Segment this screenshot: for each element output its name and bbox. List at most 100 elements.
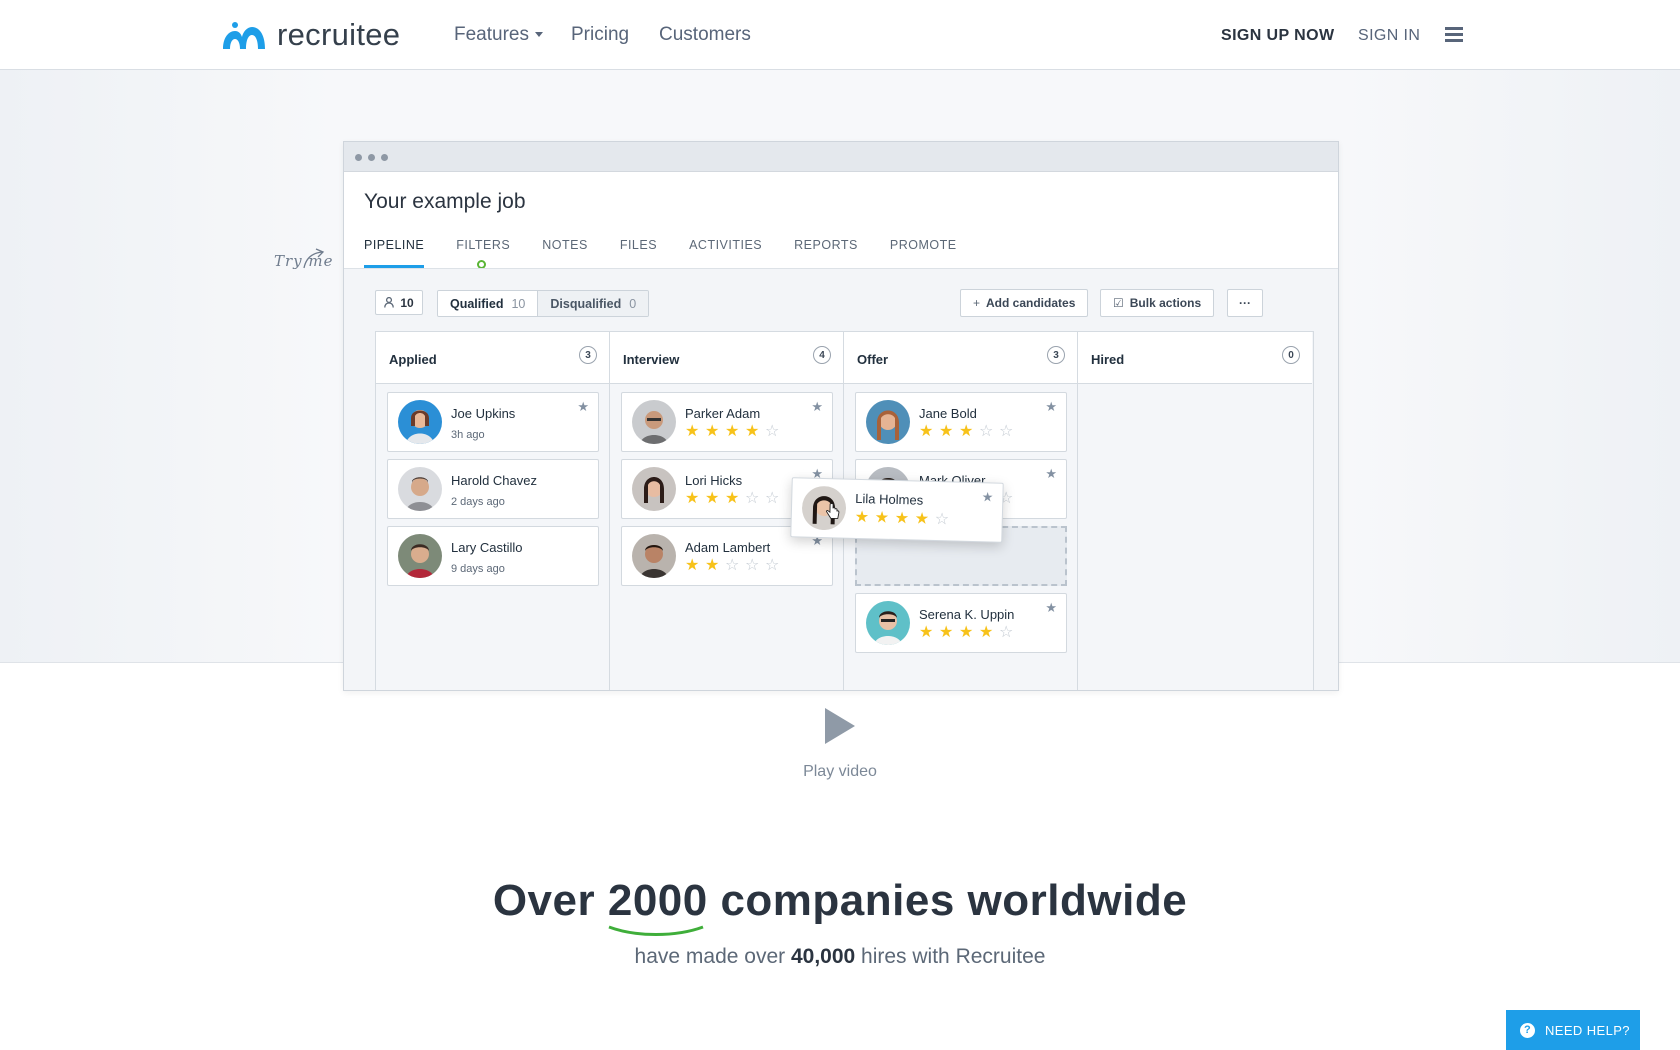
play-video-label[interactable]: Play video: [0, 763, 1680, 781]
avatar: [866, 601, 910, 645]
star-empty-icon[interactable]: ☆: [765, 424, 785, 440]
candidate-name: Lary Castillo: [451, 540, 523, 555]
rating-stars[interactable]: ★★★★☆: [685, 424, 785, 440]
star-empty-icon[interactable]: ☆: [999, 625, 1019, 641]
brand-name: recruitee: [277, 17, 401, 52]
star-empty-icon[interactable]: ☆: [935, 511, 955, 529]
stage-column-hired: Hired 0: [1078, 332, 1312, 690]
star-filled-icon[interactable]: ★: [959, 625, 979, 641]
tab-promote[interactable]: PROMOTE: [890, 238, 957, 268]
star-empty-icon[interactable]: ☆: [745, 558, 765, 574]
candidate-card[interactable]: Jane Bold ★ ★ ★ ☆ ☆ ★: [855, 392, 1067, 452]
star-icon[interactable]: ★: [1045, 600, 1057, 616]
bulk-actions-button[interactable]: ☑ Bulk actions: [1100, 289, 1215, 317]
star-empty-icon[interactable]: ☆: [979, 424, 999, 440]
try-me-hint: Try me: [274, 252, 334, 270]
tab-notes[interactable]: NOTES: [542, 238, 588, 268]
star-icon[interactable]: ★: [811, 399, 823, 415]
signin-link[interactable]: SIGN IN: [1358, 27, 1420, 45]
dragging-candidate-card[interactable]: Lila Holmes ★ ★ ★ ★ ☆ ★: [790, 477, 1004, 543]
candidate-name: Parker Adam: [685, 406, 761, 421]
window-dot: [368, 154, 375, 161]
candidate-time: 2 days ago: [451, 496, 505, 508]
star-icon[interactable]: ★: [1045, 466, 1057, 482]
stage-header: Interview 4: [610, 332, 843, 384]
stage-title: Applied: [389, 352, 437, 367]
star-filled-icon[interactable]: ★: [725, 491, 745, 507]
signup-button[interactable]: SIGN UP NOW: [1221, 27, 1334, 45]
star-filled-icon[interactable]: ★: [939, 424, 959, 440]
underline-swoosh-icon: [608, 925, 704, 936]
star-empty-icon[interactable]: ☆: [725, 558, 745, 574]
qualified-tab[interactable]: Qualified 10: [438, 291, 538, 316]
stage-header: Offer 3: [844, 332, 1077, 384]
star-filled-icon[interactable]: ★: [919, 424, 939, 440]
nav-pricing[interactable]: Pricing: [571, 24, 629, 46]
star-filled-icon[interactable]: ★: [895, 510, 915, 528]
rating-stars[interactable]: ★★★★☆: [919, 625, 1019, 641]
star-icon[interactable]: ★: [577, 399, 589, 415]
tab-reports[interactable]: REPORTS: [794, 238, 858, 268]
tab-files[interactable]: FILES: [620, 238, 657, 268]
top-navigation: recruitee Features Pricing Customers SIG…: [0, 0, 1680, 70]
avatar: [398, 467, 442, 511]
star-filled-icon[interactable]: ★: [725, 424, 745, 440]
need-help-button[interactable]: ? NEED HELP?: [1506, 1010, 1640, 1050]
headline-number-wrap: 2000: [608, 876, 708, 936]
star-filled-icon[interactable]: ★: [745, 424, 765, 440]
disqualified-tab[interactable]: Disqualified 0: [537, 291, 649, 316]
candidate-card[interactable]: Harold Chavez 2 days ago: [387, 459, 599, 519]
play-icon[interactable]: [824, 707, 856, 745]
avatar: [866, 400, 910, 444]
star-filled-icon[interactable]: ★: [685, 558, 705, 574]
star-filled-icon[interactable]: ★: [915, 510, 935, 528]
star-filled-icon[interactable]: ★: [875, 509, 895, 527]
tab-pipeline[interactable]: PIPELINE: [364, 238, 425, 268]
star-empty-icon[interactable]: ☆: [999, 424, 1019, 440]
headline: Over 2000 companies worldwide: [0, 876, 1680, 936]
star-empty-icon[interactable]: ☆: [765, 491, 785, 507]
candidate-card[interactable]: Parker Adam ★ ★ ★ ★ ☆ ★: [621, 392, 833, 452]
star-filled-icon[interactable]: ★: [855, 509, 875, 527]
star-filled-icon[interactable]: ★: [685, 424, 705, 440]
brand-logo[interactable]: recruitee: [219, 17, 400, 53]
star-icon[interactable]: ★: [1045, 399, 1057, 415]
menu-icon[interactable]: [1445, 27, 1463, 42]
candidate-count[interactable]: 10: [375, 290, 423, 315]
star-filled-icon[interactable]: ★: [939, 625, 959, 641]
rating-stars[interactable]: ★★★★☆: [855, 509, 955, 529]
stage-count-badge: 4: [813, 346, 831, 364]
question-icon: ?: [1520, 1022, 1535, 1038]
star-filled-icon[interactable]: ★: [705, 558, 725, 574]
rating-stars[interactable]: ★ ★ ☆ ☆ ☆: [685, 558, 785, 574]
rating-stars[interactable]: ★ ★ ★ ☆ ☆: [919, 424, 1019, 440]
star-filled-icon[interactable]: ★: [685, 491, 705, 507]
candidate-card[interactable]: Serena K. Uppin ★ ★ ★ ★ ☆ ★: [855, 593, 1067, 653]
add-candidates-button[interactable]: + Add candidates: [960, 289, 1089, 317]
job-title: Your example job: [364, 190, 526, 213]
subheadline-pre: have made over: [634, 945, 791, 968]
tab-filters[interactable]: FILTERS: [456, 238, 510, 269]
star-filled-icon[interactable]: ★: [959, 424, 979, 440]
star-empty-icon[interactable]: ☆: [765, 558, 785, 574]
nav-customers[interactable]: Customers: [659, 24, 751, 46]
more-options-button[interactable]: ···: [1227, 289, 1263, 317]
star-filled-icon[interactable]: ★: [979, 625, 999, 641]
nav-features[interactable]: Features: [454, 24, 543, 46]
star-icon[interactable]: ★: [981, 489, 994, 505]
tab-activities[interactable]: ACTIVITIES: [689, 238, 762, 268]
rating-stars[interactable]: ★ ★ ★ ☆ ☆: [685, 491, 785, 507]
person-icon: [384, 297, 395, 308]
star-filled-icon[interactable]: ★: [919, 625, 939, 641]
stage-title: Offer: [857, 352, 889, 367]
candidate-card[interactable]: Lary Castillo 9 days ago: [387, 526, 599, 586]
subheadline-number: 40,000: [790, 945, 856, 968]
stage-count-badge: 3: [1047, 346, 1065, 364]
candidate-time: 9 days ago: [451, 563, 505, 575]
star-filled-icon[interactable]: ★: [705, 424, 725, 440]
headline-pre: Over: [492, 876, 608, 925]
star-filled-icon[interactable]: ★: [705, 491, 725, 507]
chevron-down-icon: [534, 32, 543, 38]
star-empty-icon[interactable]: ☆: [745, 491, 765, 507]
candidate-card[interactable]: Joe Upkins 3h ago ★: [387, 392, 599, 452]
